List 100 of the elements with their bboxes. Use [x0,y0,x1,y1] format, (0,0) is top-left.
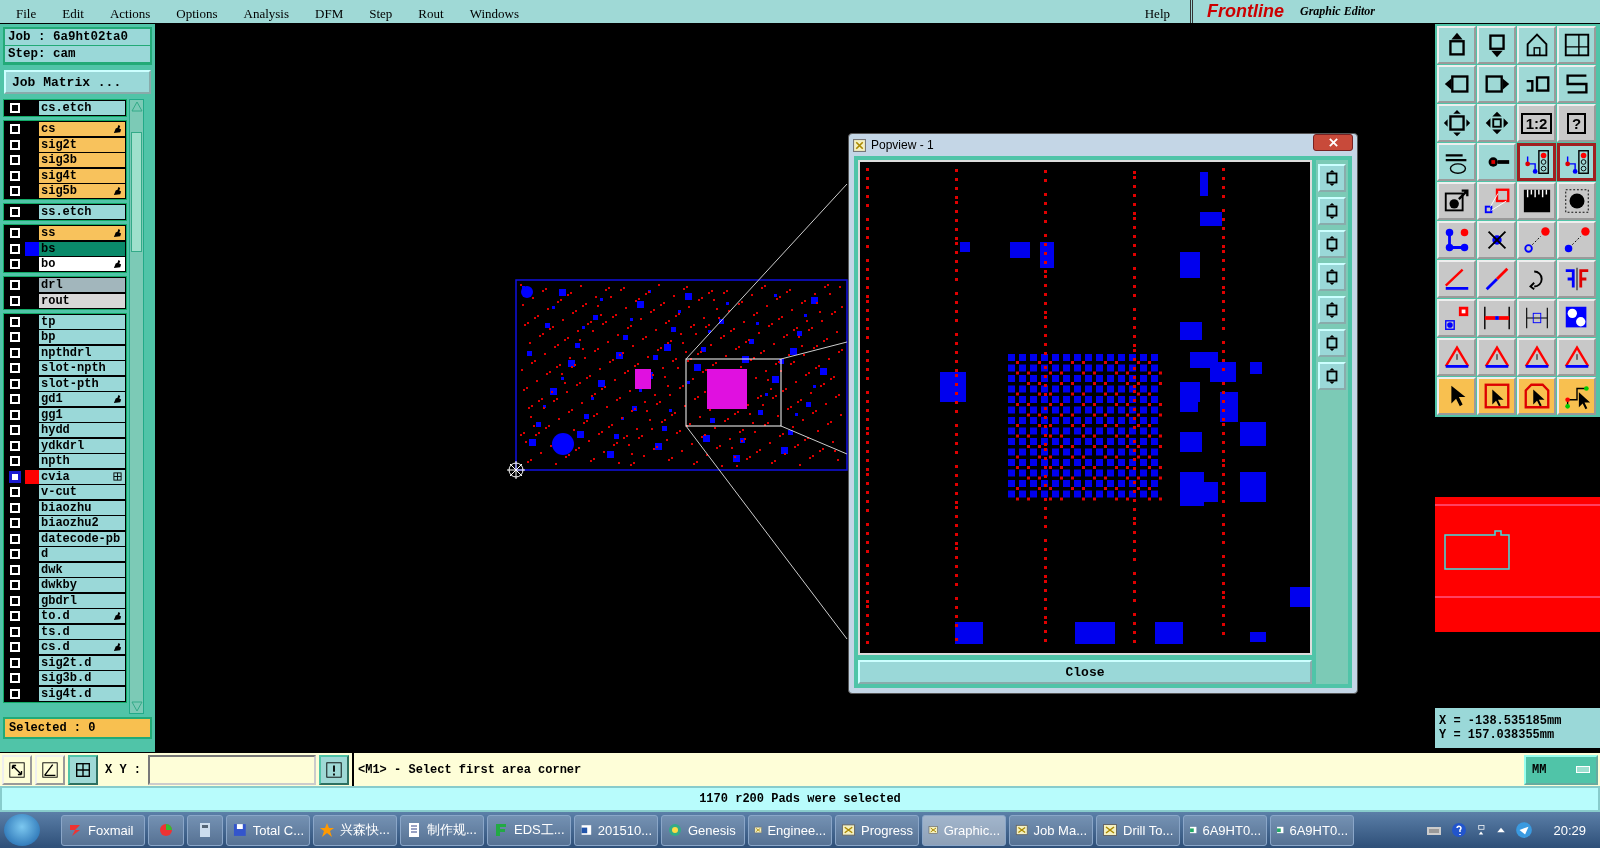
view-tool-button[interactable] [1318,164,1346,192]
selected-count: Selected : 0 [3,717,152,739]
hand-pointer-icon [113,611,122,621]
layer-name[interactable]: npthdrl [39,345,125,360]
angle-tool-button[interactable] [35,754,65,785]
layer-name[interactable]: sig3b.d [39,671,125,685]
letter-icon [493,822,509,838]
layer-name[interactable]: sig3b [39,153,125,167]
taskbar-button[interactable]: Job Ma... [1009,814,1093,846]
origin-marker-icon [506,460,526,480]
alert-button[interactable] [319,754,349,785]
taskbar-button[interactable]: EDS工... [487,814,571,846]
layer-checkbox[interactable] [9,470,21,483]
document-icon [580,822,593,838]
units-dropdown[interactable]: MM [1524,754,1598,785]
close-button[interactable] [1313,133,1353,151]
grid-tool-button[interactable] [68,754,98,785]
taskbar-button[interactable]: 兴森快... [313,814,397,846]
taskbar-button[interactable]: Foxmail [61,814,145,846]
layer-name[interactable]: dwkby [39,578,125,592]
taskbar-button[interactable]: 6A9HT0... [1183,814,1267,846]
layer-name[interactable]: ss [39,226,125,240]
layer-name[interactable]: v-cut [39,485,125,499]
layer-name[interactable]: ss.etch [39,205,125,219]
layer-name[interactable]: gbdrl [39,593,125,608]
layer-name[interactable]: dwk [39,562,125,577]
menu-item[interactable]: Windows [469,7,519,23]
scrollbar[interactable] [129,99,144,714]
layer-name[interactable]: tp [39,314,125,329]
layer-name[interactable]: bo [39,257,125,271]
job-name: Job : 6a9ht02ta0 [5,29,150,46]
taskbar-button[interactable] [187,814,223,846]
pie-chart-icon [158,822,174,838]
view-tool-button[interactable] [1318,197,1346,225]
window-icon [1015,822,1029,838]
view-tool-button[interactable] [1318,263,1346,291]
taskbar-button[interactable]: Total C... [226,814,310,846]
layer-name[interactable]: sig4t.d [39,686,125,701]
taskbar-button[interactable]: 6A9HT0... [1270,814,1354,846]
grid-icon [113,472,122,481]
layer-name[interactable]: slot-npth [39,361,125,375]
close-icon [1327,136,1339,148]
menu-item[interactable]: Step [369,7,393,23]
view-tool-button[interactable] [1318,230,1346,258]
layer-name[interactable]: slot-pth [39,376,125,391]
layer-name[interactable]: ts.d [39,624,125,639]
tool-button[interactable] [1557,143,1596,181]
taskbar-button[interactable]: Progress [835,814,919,846]
view-tool-button[interactable] [1318,329,1346,357]
layer-name[interactable]: cs [39,122,125,136]
menu-item[interactable]: DFM [315,7,344,23]
layer-name[interactable]: to.d [39,609,125,623]
menu-item[interactable]: Rout [418,7,444,23]
taskbar-button[interactable]: 制作规... [400,814,484,846]
taskbar-button[interactable]: Drill To... [1096,814,1180,846]
layer-name[interactable]: bs [39,241,125,256]
layer-name[interactable]: rout [39,293,125,308]
layer-name[interactable]: sig4t [39,168,125,183]
y-coordinate: Y = 157.038355mm [1439,728,1556,742]
layer-name[interactable]: gg1 [39,407,125,422]
tool-button[interactable]: 1:2 [1517,104,1556,142]
view-tool-button[interactable] [1318,296,1346,324]
layer-name[interactable]: biaozhu [39,500,125,515]
layer-name[interactable]: sig5b [39,184,125,198]
tool-button[interactable]: ? [1557,104,1596,142]
view-tool-button[interactable] [1318,362,1346,390]
layer-name[interactable]: cs.d [39,640,125,654]
menu-item[interactable]: Edit [62,7,84,23]
taskbar-button[interactable]: Genesis [661,814,745,846]
help-icon[interactable] [1451,822,1468,838]
close-button[interactable]: Close [858,660,1312,684]
tool-button[interactable] [1517,143,1556,181]
help-menu[interactable]: Help [1144,7,1170,23]
layer-name[interactable]: drl [39,278,125,292]
menu-item[interactable]: Analysis [243,7,290,23]
taskbar-button[interactable]: 201510... [574,814,658,846]
taskbar-button[interactable]: Enginee... [748,814,832,846]
zoom-tool-button[interactable] [2,754,32,785]
layer-name[interactable]: d [39,547,125,561]
layer-name[interactable]: hydd [39,423,125,437]
menu-item[interactable]: Options [176,7,218,23]
scroll-thumb[interactable] [131,132,142,252]
xy-input-field[interactable] [148,754,316,785]
window-icon [841,822,856,838]
layer-name[interactable]: datecode-pb [39,531,125,546]
layer-name[interactable]: cs.etch [39,101,125,115]
layer-name[interactable]: sig2t.d [39,655,125,670]
layer-name[interactable]: ydkdrl [39,438,125,453]
layer-name[interactable]: npth [39,454,125,468]
layer-name[interactable]: cvia [39,469,125,484]
layer-name[interactable]: biaozhu2 [39,516,125,530]
x-coordinate: X = -138.535185mm [1439,714,1563,728]
layer-name[interactable]: gd1 [39,392,125,406]
hand-pointer-icon [113,259,122,269]
menu-item[interactable]: File [16,7,37,23]
menu-item[interactable]: Actions [109,7,151,23]
start-button[interactable] [4,814,40,846]
layer-name[interactable]: sig2t [39,137,125,152]
job-matrix-button[interactable]: Job Matrix ... [4,70,151,94]
layer-name[interactable]: bp [39,330,125,344]
